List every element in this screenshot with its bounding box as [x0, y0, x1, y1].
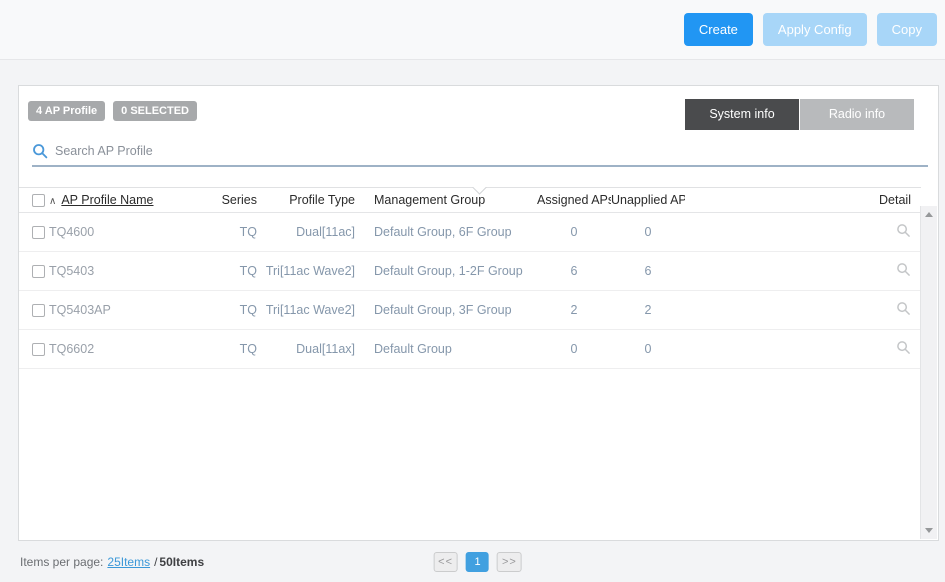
table-row: TQ5403 TQ Tri[11ac Wave2] Default Group,…: [19, 252, 921, 291]
profile-count-badge: 4 AP Profile: [28, 101, 105, 121]
search-bar: [32, 141, 928, 167]
scroll-up-icon[interactable]: [925, 212, 933, 217]
apply-config-button[interactable]: Apply Config: [763, 13, 867, 46]
cell-unapplied-aps: 6: [611, 264, 685, 278]
items-per-page-label: Items per page:: [20, 555, 103, 569]
cell-profile-type: Dual[11ax]: [257, 342, 355, 356]
cell-assigned-aps: 6: [537, 264, 611, 278]
cell-series: TQ: [209, 264, 257, 278]
detail-magnifier-icon[interactable]: [896, 223, 911, 238]
cell-profile-type: Dual[11ac]: [257, 225, 355, 239]
pagination-next-button[interactable]: >>: [497, 552, 522, 572]
page-size-link[interactable]: 25Items: [107, 555, 150, 569]
table-row: TQ5403AP TQ Tri[11ac Wave2] Default Grou…: [19, 291, 921, 330]
table-row: TQ6602 TQ Dual[11ax] Default Group 0 0: [19, 330, 921, 369]
tab-system-info[interactable]: System info: [685, 99, 799, 130]
cell-management-group: Default Group, 3F Group: [355, 303, 537, 317]
panel-header: 4 AP Profile 0 SELECTED System info Radi…: [19, 86, 938, 133]
cell-series: TQ: [209, 303, 257, 317]
footer: Items per page: 25Items /50Items << 1 >>: [0, 541, 945, 582]
cell-profile-name: TQ4600: [49, 225, 209, 239]
total-items-label: 50Items: [159, 555, 204, 569]
cell-series: TQ: [209, 342, 257, 356]
cell-profile-name: TQ6602: [49, 342, 209, 356]
badge-group: 4 AP Profile 0 SELECTED: [28, 99, 197, 121]
detail-magnifier-icon[interactable]: [896, 262, 911, 277]
cell-profile-type: Tri[11ac Wave2]: [257, 303, 355, 317]
header-ap-profile-name[interactable]: ∧AP Profile Name: [49, 193, 209, 207]
table-header: ∧AP Profile Name Series Profile Type Man…: [19, 187, 921, 213]
pagination-prev-button[interactable]: <<: [433, 552, 458, 572]
cell-profile-name: TQ5403AP: [49, 303, 209, 317]
header-checkbox-cell: [19, 193, 49, 207]
cell-unapplied-aps: 2: [611, 303, 685, 317]
detail-magnifier-icon[interactable]: [896, 301, 911, 316]
ap-profile-panel: 4 AP Profile 0 SELECTED System info Radi…: [18, 85, 939, 541]
pagination: << 1 >>: [433, 552, 522, 572]
header-management-group: Management Group: [355, 193, 537, 207]
header-unapplied-aps: Unapplied APs: [611, 193, 685, 207]
info-tabs: System info Radio info: [685, 99, 914, 130]
table-row: TQ4600 TQ Dual[11ac] Default Group, 6F G…: [19, 213, 921, 252]
copy-button[interactable]: Copy: [877, 13, 937, 46]
header-detail: Detail: [685, 193, 921, 207]
cell-assigned-aps: 0: [537, 342, 611, 356]
search-anchor-notch: [471, 187, 487, 196]
search-input[interactable]: [55, 144, 928, 158]
row-checkbox[interactable]: [32, 343, 45, 356]
cell-management-group: Default Group, 6F Group: [355, 225, 537, 239]
cell-series: TQ: [209, 225, 257, 239]
search-icon: [32, 143, 48, 159]
items-separator: /: [154, 555, 157, 569]
cell-assigned-aps: 2: [537, 303, 611, 317]
selected-count-badge: 0 SELECTED: [113, 101, 197, 121]
row-checkbox[interactable]: [32, 265, 45, 278]
cell-management-group: Default Group, 1-2F Group: [355, 264, 537, 278]
select-all-checkbox[interactable]: [32, 194, 45, 207]
scroll-down-icon[interactable]: [925, 528, 933, 533]
cell-profile-type: Tri[11ac Wave2]: [257, 264, 355, 278]
create-button[interactable]: Create: [684, 13, 753, 46]
top-toolbar: Create Apply Config Copy: [0, 0, 945, 60]
header-series: Series: [209, 193, 257, 207]
detail-magnifier-icon[interactable]: [896, 340, 911, 355]
items-per-page: Items per page: 25Items /50Items: [20, 555, 204, 569]
cell-management-group: Default Group: [355, 342, 537, 356]
tab-radio-info[interactable]: Radio info: [800, 99, 914, 130]
row-checkbox[interactable]: [32, 226, 45, 239]
cell-profile-name: TQ5403: [49, 264, 209, 278]
table-scrollbar[interactable]: [920, 206, 937, 539]
row-checkbox[interactable]: [32, 304, 45, 317]
pagination-current-page[interactable]: 1: [466, 552, 489, 572]
header-assigned-aps: Assigned APs: [537, 193, 611, 207]
sort-ascending-icon: ∧: [49, 196, 56, 207]
cell-unapplied-aps: 0: [611, 225, 685, 239]
cell-assigned-aps: 0: [537, 225, 611, 239]
cell-unapplied-aps: 0: [611, 342, 685, 356]
header-profile-type: Profile Type: [257, 193, 355, 207]
